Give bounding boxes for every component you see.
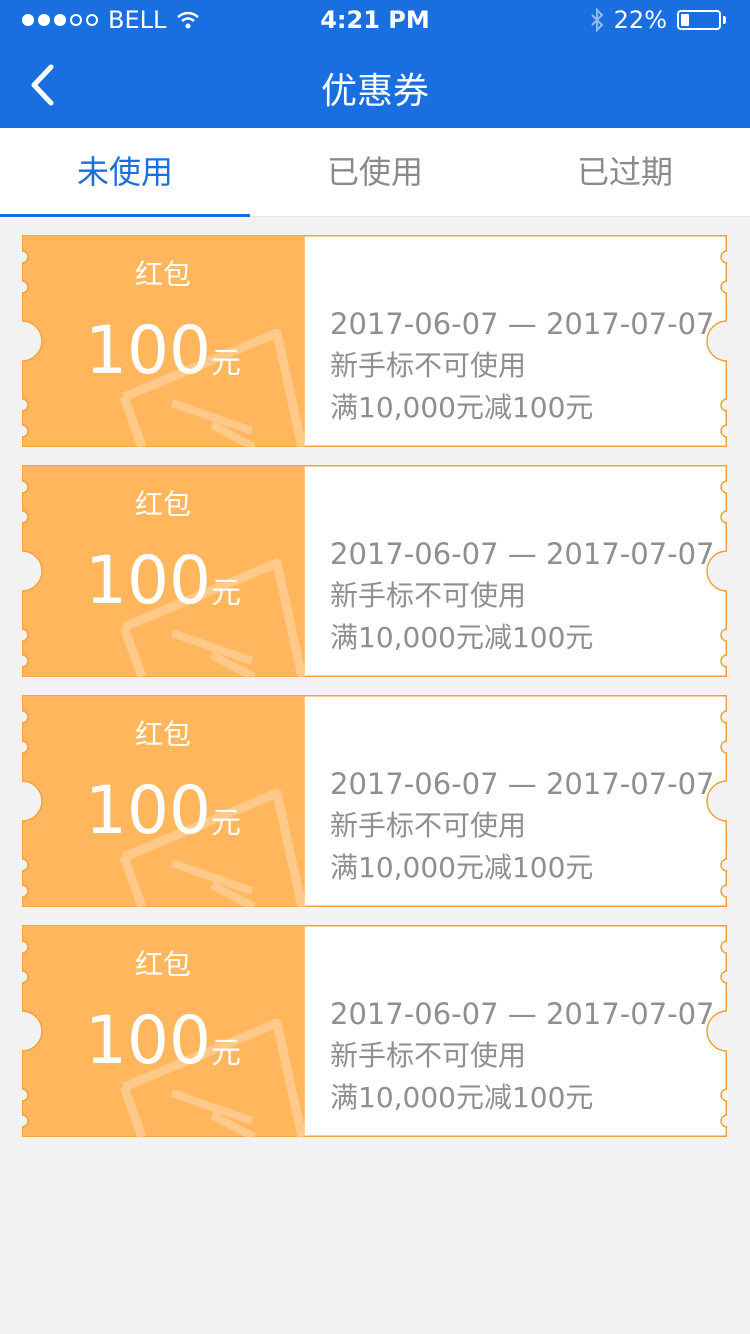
- header: BELL 4:21 PM 22% 优惠券: [0, 0, 750, 128]
- coupon-restriction: 新手标不可使用: [330, 579, 527, 612]
- coupon-card[interactable]: 红包 100元 2017-06-07 — 2017-07-07 新手标不可使用 …: [22, 695, 727, 907]
- coupon-list: 红包 100元 2017-06-07 — 2017-07-07 新手标不可使用 …: [22, 235, 727, 1155]
- coupon-amount-row: 100元: [22, 541, 304, 634]
- tab-used[interactable]: 已使用: [250, 128, 500, 216]
- coupon-type: 红包: [134, 948, 191, 981]
- status-right: 22%: [590, 6, 726, 34]
- coupon-details: 2017-06-07 — 2017-07-07 新手标不可使用 满10,000元…: [330, 763, 715, 889]
- coupon-unit: 元: [210, 346, 241, 381]
- coupon-value-panel: 红包 100元: [22, 465, 304, 677]
- coupon-condition: 满10,000元减100元: [330, 621, 594, 654]
- bluetooth-icon: [590, 8, 604, 32]
- coupon-condition: 满10,000元减100元: [330, 391, 594, 424]
- coupon-card[interactable]: 红包 100元 2017-06-07 — 2017-07-07 新手标不可使用 …: [22, 465, 727, 677]
- coupon-restriction: 新手标不可使用: [330, 349, 527, 382]
- coupon-amount: 100: [85, 312, 211, 389]
- coupon-condition: 满10,000元减100元: [330, 851, 594, 884]
- coupon-amount: 100: [85, 772, 211, 849]
- coupon-value-panel: 红包 100元: [22, 695, 304, 907]
- coupon-value-panel: 红包 100元: [22, 235, 304, 447]
- battery-icon: [677, 10, 721, 30]
- coupon-type: 红包: [134, 718, 191, 751]
- battery-level: [681, 14, 689, 26]
- coupon-unit: 元: [210, 576, 241, 611]
- coupon-date-range: 2017-06-07 — 2017-07-07: [330, 767, 715, 801]
- coupon-amount-row: 100元: [22, 311, 304, 404]
- coupon-unit: 元: [210, 1036, 241, 1071]
- status-bar: BELL 4:21 PM 22%: [0, 0, 750, 40]
- coupon-condition: 满10,000元减100元: [330, 1081, 594, 1114]
- coupon-unit: 元: [210, 806, 241, 841]
- coupon-restriction: 新手标不可使用: [330, 809, 527, 842]
- coupon-type: 红包: [134, 488, 191, 521]
- coupon-date-range: 2017-06-07 — 2017-07-07: [330, 537, 715, 571]
- tab-unused[interactable]: 未使用: [0, 128, 250, 217]
- coupon-restriction: 新手标不可使用: [330, 1039, 527, 1072]
- tab-expired[interactable]: 已过期: [500, 128, 750, 216]
- coupon-date-range: 2017-06-07 — 2017-07-07: [330, 997, 715, 1031]
- coupon-value-panel: 红包 100元: [22, 925, 304, 1137]
- coupon-card[interactable]: 红包 100元 2017-06-07 — 2017-07-07 新手标不可使用 …: [22, 925, 727, 1137]
- page-title: 优惠券: [320, 71, 429, 112]
- coupon-details: 2017-06-07 — 2017-07-07 新手标不可使用 满10,000元…: [330, 993, 715, 1119]
- coupon-amount-row: 100元: [22, 1001, 304, 1094]
- coupon-amount: 100: [85, 1002, 211, 1079]
- coupon-details: 2017-06-07 — 2017-07-07 新手标不可使用 满10,000元…: [330, 303, 715, 429]
- battery-percent: 22%: [613, 6, 667, 34]
- coupon-date-range: 2017-06-07 — 2017-07-07: [330, 307, 715, 341]
- coupon-details: 2017-06-07 — 2017-07-07 新手标不可使用 满10,000元…: [330, 533, 715, 659]
- coupon-amount: 100: [85, 542, 211, 619]
- coupon-amount-row: 100元: [22, 771, 304, 864]
- tab-bar: 未使用 已使用 已过期: [0, 128, 750, 217]
- coupon-type: 红包: [134, 258, 191, 291]
- coupon-card[interactable]: 红包 100元 2017-06-07 — 2017-07-07 新手标不可使用 …: [22, 235, 727, 447]
- battery-tip: [723, 16, 726, 24]
